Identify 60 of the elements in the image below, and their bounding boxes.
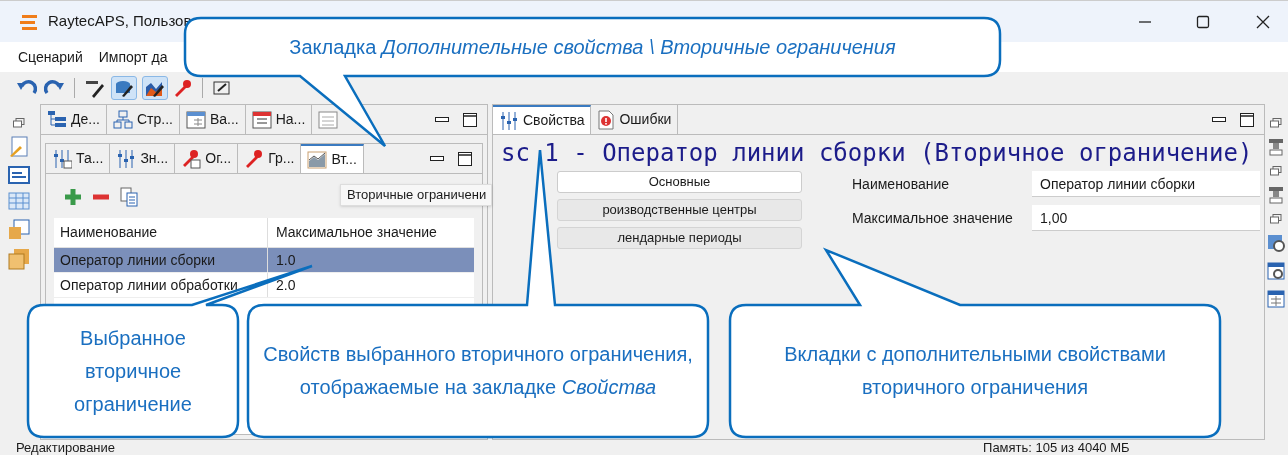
input-field[interactable]: 1,00 [1032, 205, 1260, 231]
section-button[interactable]: роизводственные центры [557, 199, 802, 221]
stamp-icon[interactable] [1268, 138, 1284, 156]
input-field[interactable]: Оператор линии сборки [1032, 171, 1260, 197]
database-edit-icon[interactable] [114, 79, 134, 97]
calendar-icon [185, 109, 206, 130]
sliders-icon [116, 148, 137, 169]
callout-text: Вкладки с дополнительными свойствами вторичного ограничения [783, 342, 1167, 400]
copy-icon[interactable] [120, 187, 138, 207]
record-heading: 1 - Оператор линии сборки (Вторичное ограничение) [544, 138, 1253, 169]
maximize-icon[interactable] [1196, 14, 1210, 29]
column-header[interactable]: Максимальное значение [268, 218, 474, 247]
error-document-icon [597, 109, 616, 130]
minimize-icon[interactable] [1212, 116, 1226, 123]
list-window-icon[interactable] [8, 166, 30, 184]
maximize-icon[interactable] [463, 112, 477, 127]
restore-icon[interactable] [1270, 166, 1282, 176]
status-text: Память: 105 из 4040 МБ [983, 440, 1130, 455]
menu-item[interactable]: Импорт да [98, 46, 168, 68]
field-label: Максимальное значение [852, 208, 1014, 228]
table-row[interactable]: Оператор линии сборки 1.0 [54, 248, 474, 273]
table-cell: Оператор линии сборки [54, 248, 268, 272]
restore-icon[interactable] [1270, 214, 1282, 224]
sliders-table-icon [52, 148, 72, 169]
area-chart-icon [307, 149, 328, 170]
menu-item[interactable]: Сценарий [18, 46, 83, 68]
restore-icon[interactable] [13, 118, 25, 128]
column-header[interactable]: Наименование [54, 218, 268, 247]
calendar-icon [251, 109, 272, 130]
document-icon[interactable] [212, 79, 232, 97]
pencil-icon[interactable] [84, 78, 106, 98]
callout-text: Свойств выбранного вторичного ограничения, отображаемые на закладке Свойства [262, 342, 694, 400]
minimize-icon[interactable] [430, 155, 444, 162]
org-chart-icon [112, 109, 133, 130]
gear-box-icon[interactable] [1267, 234, 1285, 252]
status-text: Редактирование [16, 440, 116, 455]
table-cell-text: 2.0 [275, 275, 297, 295]
restore-icon[interactable] [1270, 118, 1282, 128]
table-cell-text: 1.0 [275, 250, 297, 270]
table-row[interactable]: Оператор линии обработки 2.0 [54, 273, 474, 298]
sliders-icon [499, 110, 519, 131]
calendar-icon[interactable] [1267, 290, 1285, 308]
maximize-icon[interactable] [1240, 112, 1254, 127]
logo-icon [20, 12, 38, 31]
callout-text: Выбранное вторичное ограничение [73, 325, 193, 417]
minimize-icon[interactable] [435, 116, 449, 123]
section-button[interactable]: Основные [557, 171, 802, 193]
tab[interactable]: Вт... [301, 144, 364, 173]
section-button[interactable]: лендарные периоды [557, 227, 802, 249]
record-heading: sc [501, 138, 530, 169]
tooltip: Вторичные ограничени [340, 184, 492, 206]
maximize-icon[interactable] [458, 151, 472, 166]
close-icon[interactable] [1256, 14, 1270, 29]
calendar-gear-icon[interactable] [1267, 262, 1285, 280]
tab[interactable]: Свойства [493, 105, 592, 134]
field-label: Наименование [852, 174, 951, 194]
stamp-icon[interactable] [1268, 186, 1284, 204]
callout-text: Закладка Дополнительные свойства \ Вторичные ограничения [289, 35, 896, 60]
plus-icon[interactable] [64, 188, 82, 206]
hierarchy-icon [47, 109, 67, 130]
